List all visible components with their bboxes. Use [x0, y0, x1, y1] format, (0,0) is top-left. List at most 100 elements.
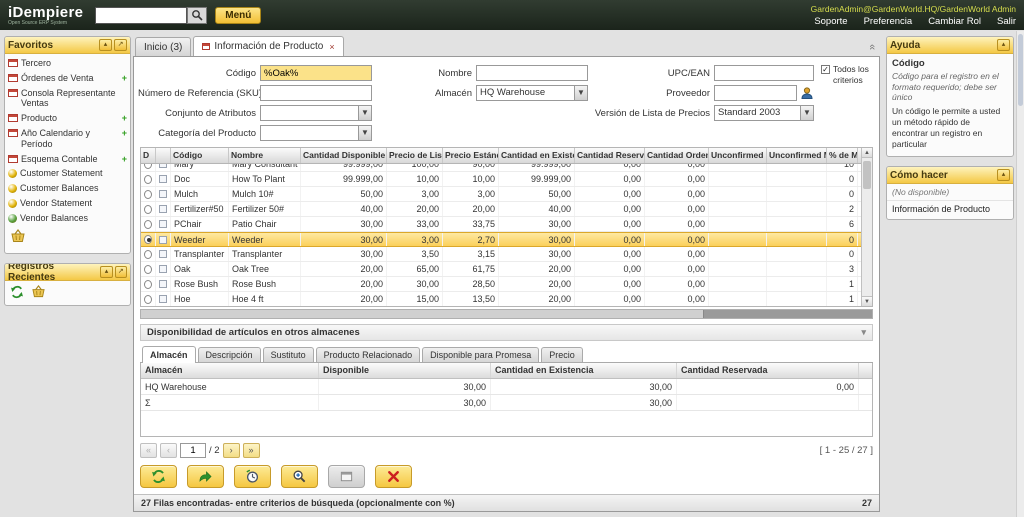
- search-input[interactable]: [95, 7, 187, 24]
- row-radio[interactable]: [144, 280, 152, 289]
- row-radio[interactable]: [144, 295, 152, 304]
- chevron-down-icon[interactable]: ▾: [861, 327, 866, 338]
- table-row[interactable]: TransplanterTransplanter30,003,503,1530,…: [141, 247, 861, 262]
- table-row[interactable]: MaryMary Consultant99.999,00100,0090,009…: [141, 164, 861, 172]
- row-radio[interactable]: [144, 235, 152, 244]
- row-checkbox[interactable]: [159, 265, 167, 273]
- tab-sustituto[interactable]: Sustituto: [263, 347, 314, 362]
- first-page-button[interactable]: «: [140, 443, 157, 458]
- zoom-button[interactable]: [281, 465, 318, 488]
- favorite-item-vendor-balances[interactable]: Vendor Balances: [5, 211, 130, 226]
- row-checkbox[interactable]: [159, 295, 167, 303]
- detach-panel-icon[interactable]: ↗: [115, 266, 127, 278]
- table-row[interactable]: MulchMulch 10#50,003,003,0050,000,000,00…: [141, 187, 861, 202]
- chevron-down-icon[interactable]: ▼: [800, 106, 813, 120]
- top-link-cambiar-rol[interactable]: Cambiar Rol: [928, 16, 981, 27]
- business-partner-icon[interactable]: [800, 86, 814, 100]
- row-checkbox[interactable]: [159, 190, 167, 198]
- collapse-panel-icon[interactable]: ▴: [997, 169, 1010, 181]
- column-header-cantidad-en-existencia[interactable]: Cantidad en Existencia: [499, 148, 575, 163]
- table-row[interactable]: DocHow To Plant99.999,0010,0010,0099.999…: [141, 172, 861, 187]
- search-button[interactable]: [187, 7, 207, 24]
- column-header-item[interactable]: [156, 148, 171, 163]
- column-header-unconfirmed-qty[interactable]: Unconfirmed Qty: [709, 148, 767, 163]
- favorite-item-rdenes-de-venta[interactable]: Órdenes de Venta+: [5, 71, 130, 86]
- favorite-item-esquema-contable[interactable]: Esquema Contable+: [5, 152, 130, 167]
- table-row[interactable]: HoeHoe 4 ft20,0015,0013,5020,000,000,001: [141, 292, 861, 307]
- tab-inicio-3[interactable]: Inicio (3): [135, 37, 191, 56]
- proveedor-input[interactable]: [714, 85, 797, 101]
- reset-button[interactable]: [234, 465, 271, 488]
- row-radio[interactable]: [144, 265, 152, 274]
- row-radio[interactable]: [144, 175, 152, 184]
- favorite-item-customer-balances[interactable]: Customer Balances: [5, 181, 130, 196]
- column-header-unconfirmed-move[interactable]: Unconfirmed Move: [767, 148, 827, 163]
- refresh-icon[interactable]: [10, 285, 24, 299]
- basket-icon[interactable]: [31, 285, 46, 298]
- close-icon[interactable]: ×: [329, 42, 334, 52]
- column-header-nombre[interactable]: Nombre: [229, 148, 301, 163]
- row-checkbox[interactable]: [159, 220, 167, 228]
- scroll-down-icon[interactable]: ▼: [862, 296, 872, 306]
- favorites-trash[interactable]: [5, 226, 130, 253]
- warehouse-row[interactable]: Σ30,0030,00: [141, 395, 872, 411]
- row-checkbox[interactable]: [159, 236, 167, 244]
- favorite-item-customer-statement[interactable]: Customer Statement: [5, 166, 130, 181]
- column-header-de-margen[interactable]: % de Margen: [827, 148, 858, 163]
- vertical-scrollbar[interactable]: ▲ ▼: [861, 148, 872, 306]
- top-link-salir[interactable]: Salir: [997, 16, 1016, 27]
- collapse-all-icon[interactable]: «: [866, 44, 878, 48]
- top-link-preferencia[interactable]: Preferencia: [864, 16, 913, 27]
- favorite-item-vendor-statement[interactable]: Vendor Statement: [5, 196, 130, 211]
- top-link-soporte[interactable]: Soporte: [814, 16, 847, 27]
- table-row[interactable]: Fertilizer#50Fertilizer 50#40,0020,0020,…: [141, 202, 861, 217]
- cancel-button[interactable]: [375, 465, 412, 488]
- prev-page-button[interactable]: ‹: [160, 443, 177, 458]
- all-criteria-checkbox[interactable]: ✓: [821, 65, 830, 74]
- collapse-panel-icon[interactable]: ▴: [99, 39, 112, 51]
- precios-select[interactable]: Standard 2003 ▼: [714, 105, 814, 121]
- table-row[interactable]: OakOak Tree20,0065,0061,7520,000,000,003: [141, 262, 861, 277]
- collapse-panel-icon[interactable]: ▴: [100, 266, 112, 278]
- tab-precio[interactable]: Precio: [541, 347, 583, 362]
- scrollbar-thumb[interactable]: [141, 310, 704, 318]
- upc-input[interactable]: [714, 65, 814, 81]
- atributos-select[interactable]: ▼: [260, 105, 372, 121]
- row-checkbox[interactable]: [159, 280, 167, 288]
- row-checkbox[interactable]: [159, 250, 167, 258]
- row-radio[interactable]: [144, 164, 152, 169]
- page-input[interactable]: [180, 443, 206, 458]
- tab-informaci-n-de-producto[interactable]: Información de Producto×: [193, 36, 343, 56]
- availability-section-header[interactable]: Disponibilidad de artículos en otros alm…: [140, 324, 873, 341]
- howto-link[interactable]: Información de Producto: [887, 201, 1013, 219]
- column-header-cantidad-disponible[interactable]: Cantidad Disponible: [301, 148, 387, 163]
- column-header-precio-de-lista[interactable]: Precio de Lista: [387, 148, 443, 163]
- column-header-cantidad-ordenada[interactable]: Cantidad Ordenada: [645, 148, 709, 163]
- favorite-item-tercero[interactable]: Tercero: [5, 56, 130, 71]
- nombre-input[interactable]: [476, 65, 588, 81]
- tab-almac-n[interactable]: Almacén: [142, 346, 196, 363]
- row-radio[interactable]: [144, 190, 152, 199]
- favorite-item-consola-representante-ventas[interactable]: Consola Representante Ventas: [5, 86, 130, 112]
- scrollbar-thumb[interactable]: [1018, 34, 1023, 106]
- warehouse-row[interactable]: HQ Warehouse30,0030,000,00: [141, 379, 872, 395]
- column-header-d[interactable]: D: [141, 148, 156, 163]
- row-checkbox[interactable]: [159, 175, 167, 183]
- row-checkbox[interactable]: [159, 164, 167, 168]
- scrollbar-thumb[interactable]: [863, 161, 871, 189]
- page-scrollbar[interactable]: [1016, 31, 1024, 517]
- confirm-button[interactable]: [187, 465, 224, 488]
- tab-producto-relacionado[interactable]: Producto Relacionado: [316, 347, 421, 362]
- row-checkbox[interactable]: [159, 205, 167, 213]
- favorite-item-producto[interactable]: Producto+: [5, 111, 130, 126]
- column-header-c-digo[interactable]: Código: [171, 148, 229, 163]
- row-radio[interactable]: [144, 220, 152, 229]
- scroll-up-icon[interactable]: ▲: [862, 148, 872, 158]
- almacen-select[interactable]: HQ Warehouse ▼: [476, 85, 588, 101]
- chevron-down-icon[interactable]: ▼: [574, 86, 587, 100]
- last-page-button[interactable]: »: [243, 443, 260, 458]
- horizontal-scrollbar[interactable]: [140, 309, 873, 319]
- detach-panel-icon[interactable]: ↗: [114, 39, 127, 51]
- sku-input[interactable]: [260, 85, 372, 101]
- row-radio[interactable]: [144, 205, 152, 214]
